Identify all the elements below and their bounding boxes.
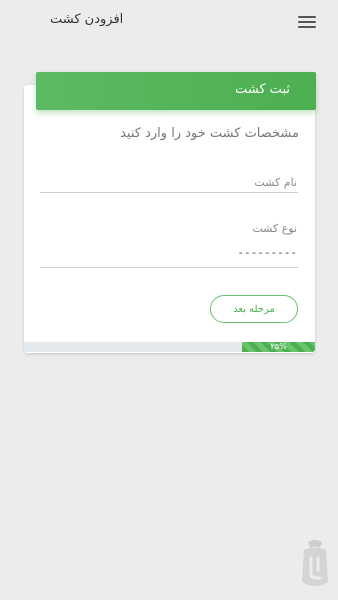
bazaar-logo-icon: [302, 540, 328, 586]
page-title: افزودن کشت: [50, 12, 124, 27]
progress-label: ۲۵%: [270, 342, 287, 351]
app-bar: افزودن کشت: [0, 0, 338, 42]
card-header: ثبت کشت: [36, 72, 316, 110]
crop-name-input[interactable]: نام کشت: [254, 176, 297, 189]
card-title: ثبت کشت: [235, 82, 290, 97]
progress-bar: ۲۵%: [24, 342, 315, 352]
next-step-button[interactable]: مرحله بعد: [210, 295, 298, 323]
crop-type-label: نوع کشت: [252, 222, 297, 235]
hamburger-menu-icon[interactable]: [298, 16, 316, 28]
form-subtitle: مشخصات کشت خود را وارد کنید: [120, 126, 299, 141]
crop-type-select[interactable]: ---------: [237, 246, 297, 259]
crop-type-underline: [40, 267, 298, 268]
crop-name-underline: [40, 192, 298, 193]
